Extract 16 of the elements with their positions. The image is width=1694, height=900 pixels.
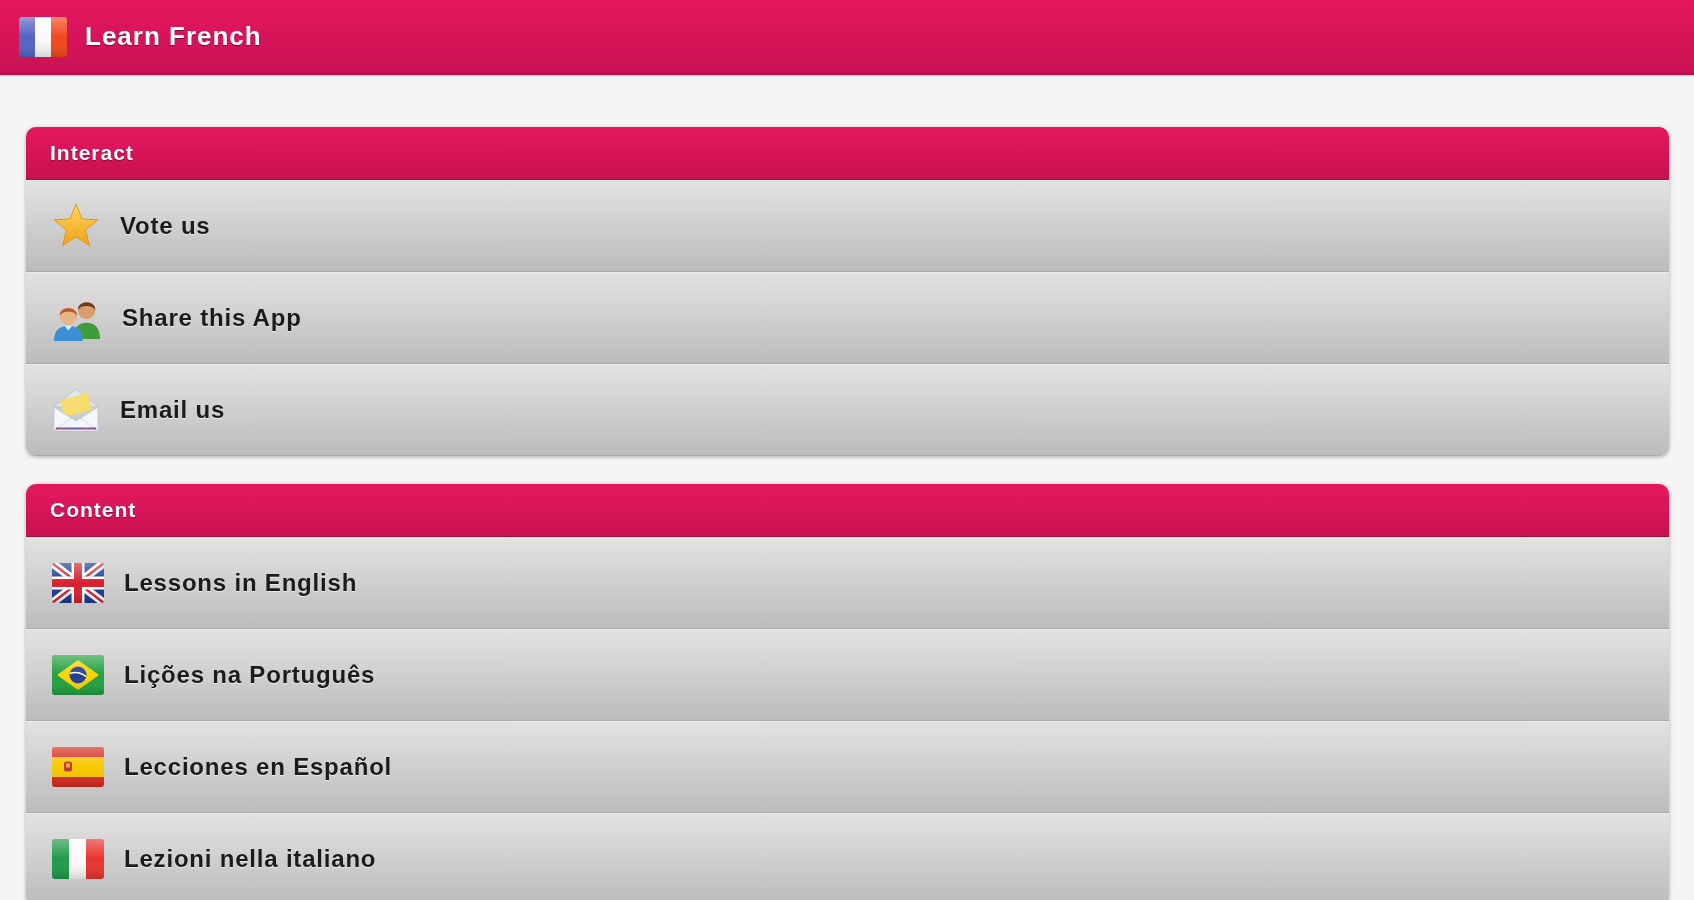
list-item[interactable]: Lessons in English: [26, 537, 1669, 629]
italy-flag-icon: [52, 839, 104, 879]
list-item[interactable]: Email us: [26, 364, 1669, 456]
spain-flag-icon: [52, 747, 104, 787]
french-flag-icon: [19, 16, 67, 57]
section-header: Interact: [26, 127, 1669, 180]
app-title: Learn French: [85, 21, 262, 52]
list-item[interactable]: Lições na Português: [26, 629, 1669, 721]
list-item[interactable]: Vote us: [26, 180, 1669, 272]
brazil-flag-icon: [52, 655, 104, 695]
list-item[interactable]: Lecciones en Español: [26, 721, 1669, 813]
section-header: Content: [26, 484, 1669, 537]
list-item[interactable]: Lezioni nella italiano: [26, 813, 1669, 900]
envelope-icon: [52, 387, 100, 433]
uk-flag-icon: [52, 563, 104, 603]
list-item[interactable]: Share this App: [26, 272, 1669, 364]
